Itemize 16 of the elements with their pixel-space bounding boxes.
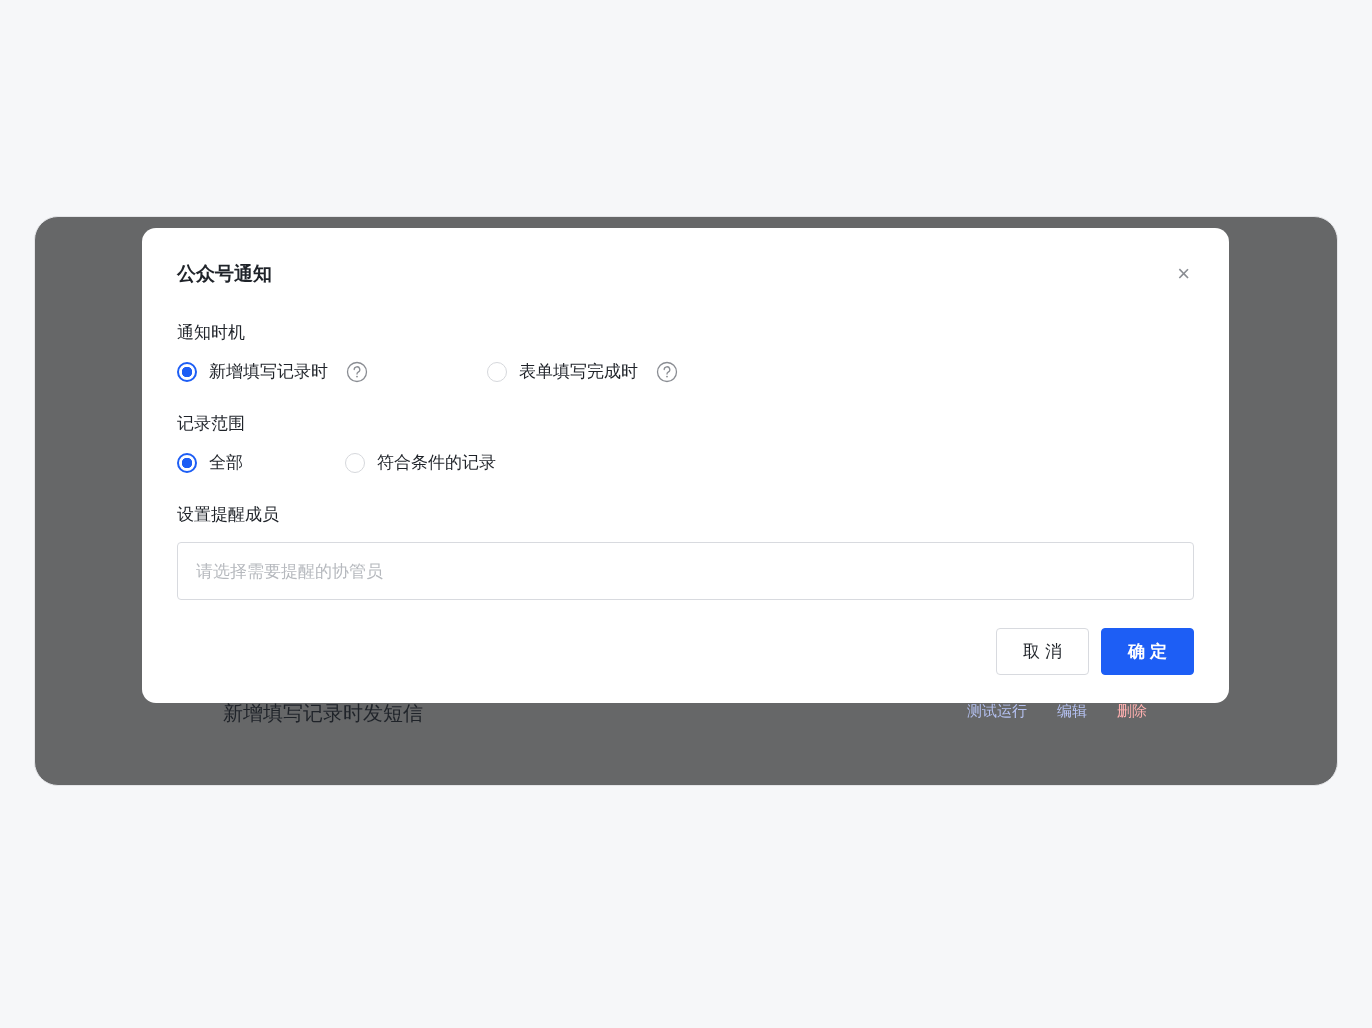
rule-title: 新增填写记录时发短信 — [223, 703, 423, 727]
option-label[interactable]: 表单填写完成时 — [519, 360, 638, 383]
cancel-button[interactable]: 取 消 — [996, 628, 1089, 675]
member-select-field[interactable]: 请选择需要提醒的协管员 — [177, 542, 1194, 600]
dialog-title: 公众号通知 — [177, 261, 272, 286]
help-icon[interactable] — [656, 360, 678, 383]
confirm-button[interactable]: 确 定 — [1101, 628, 1194, 675]
option-label[interactable]: 符合条件的记录 — [377, 451, 496, 474]
option-label[interactable]: 新增填写记录时 — [209, 360, 328, 383]
field-label: 通知时机 — [177, 321, 246, 344]
help-icon[interactable] — [346, 360, 368, 383]
field-label: 记录范围 — [177, 412, 246, 435]
radio-button[interactable] — [177, 452, 197, 473]
radio-button[interactable] — [177, 361, 197, 382]
field-label: 设置提醒成员 — [177, 503, 280, 526]
option-label[interactable]: 全部 — [209, 451, 243, 474]
